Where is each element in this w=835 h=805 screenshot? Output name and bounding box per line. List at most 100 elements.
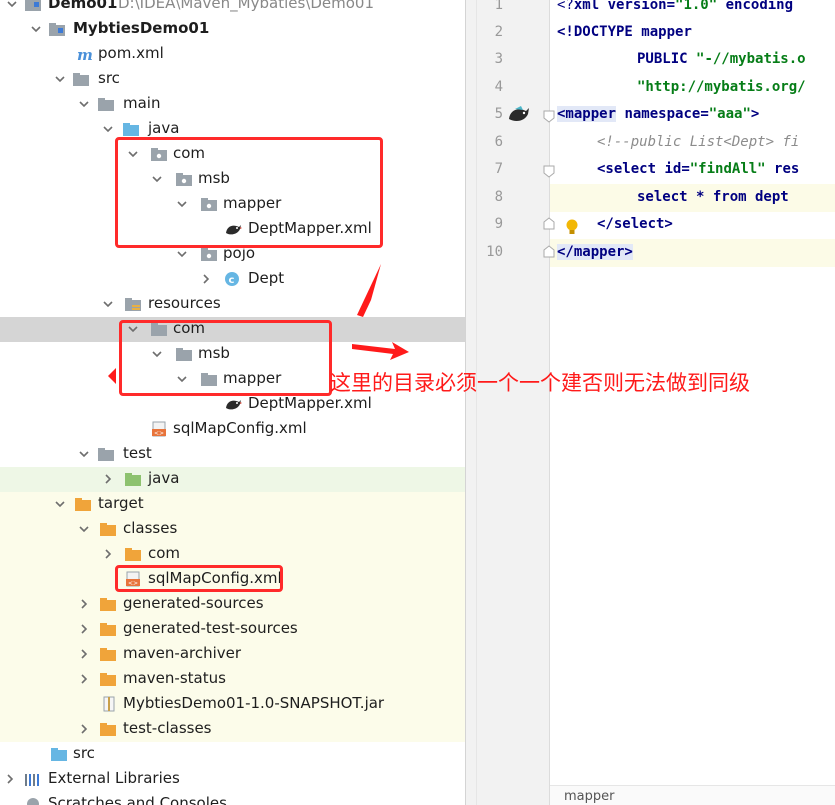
fold-icon[interactable] bbox=[543, 165, 555, 179]
tree-row-module[interactable]: MybtiesDemo01 bbox=[0, 17, 465, 42]
line-number: 8 bbox=[494, 189, 503, 205]
project-name: Demo01 bbox=[48, 0, 118, 12]
line-number: 3 bbox=[494, 51, 503, 67]
test-folder-icon bbox=[125, 473, 141, 486]
maven-icon: m bbox=[77, 46, 93, 62]
code-token: "aaa" bbox=[708, 106, 751, 122]
folder-icon bbox=[100, 523, 116, 536]
code-line-4: "http://mybatis.org/ bbox=[637, 79, 806, 95]
source-folder-icon bbox=[123, 123, 139, 136]
code-line-7: <select id="findAll" res bbox=[597, 161, 799, 177]
code-line-1: <?xml version="1.0" encoding bbox=[557, 0, 793, 13]
tree-row-dept-class[interactable]: c Dept bbox=[0, 267, 465, 292]
folder-label: generated-test-sources bbox=[123, 619, 298, 637]
code-line-8: select * from dept bbox=[637, 189, 789, 205]
folder-icon bbox=[51, 748, 67, 761]
folder-icon bbox=[100, 623, 116, 636]
folder-label: main bbox=[123, 94, 161, 112]
tree-row-src[interactable]: src bbox=[0, 67, 465, 92]
chevron-right-icon[interactable] bbox=[78, 621, 90, 637]
code-token: </select> bbox=[597, 216, 673, 232]
folder-label: java bbox=[148, 469, 180, 487]
chevron-right-icon[interactable] bbox=[4, 771, 16, 787]
tree-row-resources[interactable]: resources bbox=[0, 292, 465, 317]
tree-row-scratches[interactable]: Scratches and Consoles bbox=[0, 792, 465, 805]
folder-label: classes bbox=[123, 519, 178, 537]
folder-label: target bbox=[98, 494, 144, 512]
tree-row-root-src[interactable]: src bbox=[0, 742, 465, 767]
code-token: <mapper bbox=[557, 106, 617, 122]
xml-file-icon: <> bbox=[152, 421, 166, 437]
tree-row-maven-archiver[interactable]: maven-archiver bbox=[0, 642, 465, 667]
tree-row-generated-sources[interactable]: generated-sources bbox=[0, 592, 465, 617]
chevron-right-icon[interactable] bbox=[78, 646, 90, 662]
file-label: sqlMapConfig.xml bbox=[173, 419, 307, 437]
code-token: <!DOCTYPE bbox=[557, 24, 642, 40]
chevron-down-icon[interactable] bbox=[102, 296, 114, 312]
chevron-right-icon[interactable] bbox=[200, 271, 212, 287]
tree-row-external-libraries[interactable]: External Libraries bbox=[0, 767, 465, 792]
code-line-2: <!DOCTYPE mapper bbox=[557, 24, 692, 40]
folder-label: resources bbox=[148, 294, 221, 312]
code-token: "1.0" bbox=[675, 0, 718, 13]
code-token: encoding bbox=[717, 0, 794, 13]
fold-end-icon[interactable] bbox=[543, 244, 555, 258]
tree-row-main[interactable]: main bbox=[0, 92, 465, 117]
chevron-right-icon[interactable] bbox=[102, 471, 114, 487]
chevron-down-icon[interactable] bbox=[78, 96, 90, 112]
annotation-note: 这里的目录必须一个一个建否则无法做到同级 bbox=[330, 371, 750, 395]
code-editor[interactable]: 1 2 3 4 5 6 7 8 9 10 <?xml version="1.0"… bbox=[477, 0, 835, 805]
tree-row-maven-status[interactable]: maven-status bbox=[0, 667, 465, 692]
tree-row-generated-test-sources[interactable]: generated-test-sources bbox=[0, 617, 465, 642]
folder-label: test-classes bbox=[123, 719, 212, 737]
tree-row-classes[interactable]: classes bbox=[0, 517, 465, 542]
chevron-down-icon[interactable] bbox=[78, 521, 90, 537]
fold-icon[interactable] bbox=[543, 110, 555, 124]
folder-label: test bbox=[123, 444, 152, 462]
svg-text:c: c bbox=[229, 275, 235, 286]
project-tree: Demo01 D:\IDEA\Maven_Mybaties\Demo01 Myb… bbox=[0, 0, 465, 805]
line-number: 10 bbox=[486, 244, 503, 260]
scratch-icon bbox=[27, 798, 39, 805]
chevron-down-icon[interactable] bbox=[54, 71, 66, 87]
chevron-down-icon[interactable] bbox=[30, 21, 42, 37]
chevron-down-icon[interactable] bbox=[78, 446, 90, 462]
line-number: 9 bbox=[494, 216, 503, 232]
mybatis-navigate-icon[interactable] bbox=[507, 104, 531, 126]
tree-row-target[interactable]: target bbox=[0, 492, 465, 517]
chevron-down-icon[interactable] bbox=[54, 496, 66, 512]
fold-end-icon[interactable] bbox=[543, 216, 555, 230]
tree-splitter[interactable] bbox=[465, 0, 477, 805]
editor-breadcrumb[interactable]: mapper bbox=[550, 785, 835, 805]
folder-label: generated-sources bbox=[123, 594, 264, 612]
module-name: MybtiesDemo01 bbox=[73, 19, 210, 37]
folder-label: com bbox=[148, 544, 181, 562]
chevron-down-icon[interactable] bbox=[102, 121, 114, 137]
tree-row-test-classes[interactable]: test-classes bbox=[0, 717, 465, 742]
code-token: <? bbox=[557, 0, 574, 13]
chevron-right-icon[interactable] bbox=[78, 596, 90, 612]
tree-row-jar[interactable]: MybtiesDemo01-1.0-SNAPSHOT.jar bbox=[0, 692, 465, 717]
module-folder-icon bbox=[25, 0, 41, 11]
tree-row-pom[interactable]: m pom.xml bbox=[0, 42, 465, 67]
code-token: = bbox=[681, 161, 690, 177]
module-folder-icon bbox=[49, 23, 65, 36]
tree-row-test-java[interactable]: java bbox=[0, 467, 465, 492]
code-token: <!--public List<Dept> fi bbox=[597, 134, 800, 150]
chevron-down-icon[interactable] bbox=[176, 246, 188, 262]
chevron-right-icon[interactable] bbox=[78, 721, 90, 737]
chevron-right-icon[interactable] bbox=[78, 671, 90, 687]
code-line-5: <mapper namespace="aaa"> bbox=[557, 106, 759, 122]
tree-row-project[interactable]: Demo01 D:\IDEA\Maven_Mybaties\Demo01 bbox=[0, 0, 465, 17]
chevron-down-icon[interactable] bbox=[6, 0, 18, 12]
tree-row-test[interactable]: test bbox=[0, 442, 465, 467]
tree-row-sqlmapconfig[interactable]: <> sqlMapConfig.xml bbox=[0, 417, 465, 442]
folder-label: maven-archiver bbox=[123, 644, 242, 662]
lightbulb-icon[interactable] bbox=[565, 218, 579, 236]
annotation-box-classes-sqlmapconfig bbox=[115, 565, 283, 592]
tree-row-classes-com[interactable]: com bbox=[0, 542, 465, 567]
svg-text:m: m bbox=[77, 46, 93, 62]
breadcrumb-item[interactable]: mapper bbox=[564, 789, 614, 804]
code-token: res bbox=[765, 161, 800, 177]
chevron-right-icon[interactable] bbox=[102, 546, 114, 562]
